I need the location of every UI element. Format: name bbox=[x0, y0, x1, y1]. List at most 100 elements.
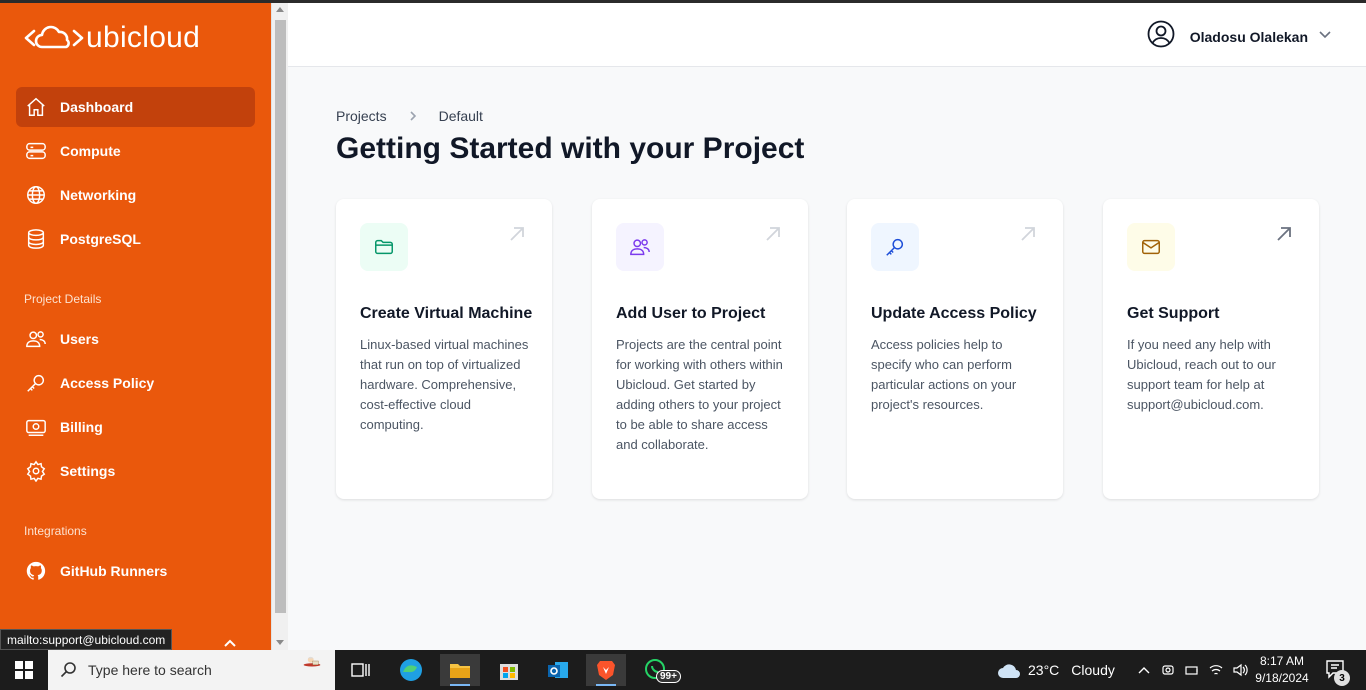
sidebar-item-label: Networking bbox=[60, 187, 137, 203]
wifi-icon[interactable] bbox=[1208, 662, 1224, 678]
card-description: Access policies help to specify who can … bbox=[871, 337, 1017, 412]
sidebar-item-label: Billing bbox=[60, 419, 103, 435]
sidebar-item-label: Compute bbox=[60, 143, 121, 159]
sidebar-item-label: Access Policy bbox=[60, 375, 155, 391]
card-title: Update Access Policy bbox=[871, 305, 1037, 322]
card-description: If you need any help with Ubicloud, reac… bbox=[1127, 337, 1276, 412]
card-add-user-to-project[interactable]: Add User to Project Projects are the cen… bbox=[592, 199, 808, 499]
billing-icon bbox=[24, 415, 48, 439]
breadcrumb-projects-link[interactable]: Projects bbox=[336, 108, 387, 124]
card-get-support[interactable]: Get Support If you need any help with Ub… bbox=[1103, 199, 1319, 499]
key-icon bbox=[886, 238, 904, 256]
brave-browser-icon bbox=[597, 661, 615, 680]
sidebar-item-label: Dashboard bbox=[60, 99, 134, 115]
card-icon-badge bbox=[1127, 223, 1175, 271]
taskbar-microsoft-store[interactable] bbox=[489, 654, 529, 686]
taskbar-search-box[interactable]: Type here to search bbox=[48, 650, 335, 690]
taskbar-file-explorer[interactable] bbox=[440, 654, 480, 686]
scrollbar-thumb[interactable] bbox=[275, 20, 286, 613]
system-tray bbox=[1132, 650, 1252, 690]
window-top-border bbox=[0, 0, 1366, 3]
weather-condition: Cloudy bbox=[1071, 662, 1115, 678]
taskbar-outlook[interactable] bbox=[538, 654, 578, 686]
sidebar-item-label: Users bbox=[60, 331, 99, 347]
start-button[interactable] bbox=[0, 650, 48, 690]
chevron-right-icon bbox=[407, 110, 419, 122]
whatsapp-unread-badge: 99+ bbox=[656, 670, 681, 683]
edge-browser-icon bbox=[400, 659, 422, 681]
github-icon bbox=[24, 559, 48, 583]
volume-icon[interactable] bbox=[1232, 662, 1248, 678]
cloud-weather-icon bbox=[998, 664, 1020, 678]
taskbar-whatsapp[interactable]: 99+ bbox=[636, 654, 681, 686]
folder-icon bbox=[450, 664, 470, 678]
gear-icon bbox=[24, 459, 48, 483]
breadcrumb: Projects Default bbox=[336, 108, 483, 124]
database-icon bbox=[24, 227, 48, 251]
section-label-integrations: Integrations bbox=[24, 524, 87, 538]
card-icon-badge bbox=[616, 223, 664, 271]
weather-temperature: 23°C bbox=[1028, 662, 1060, 678]
taskbar-edge[interactable] bbox=[391, 654, 431, 686]
card-update-access-policy[interactable]: Update Access Policy Access policies hel… bbox=[847, 199, 1063, 499]
clock-date: 9/18/2024 bbox=[1255, 671, 1309, 685]
card-title: Get Support bbox=[1127, 305, 1220, 322]
top-header: Oladosu Olalekan bbox=[288, 3, 1366, 67]
brand-name: ubicloud bbox=[86, 21, 201, 54]
server-icon bbox=[24, 139, 48, 163]
notification-count-badge: 3 bbox=[1334, 670, 1350, 686]
sidebar-item-label: GitHub Runners bbox=[60, 563, 168, 579]
home-icon bbox=[24, 95, 48, 119]
taskbar-clock[interactable]: 8:17 AM 9/18/2024 bbox=[1252, 653, 1312, 687]
globe-icon bbox=[24, 183, 48, 207]
arrow-up-right-icon bbox=[506, 223, 528, 250]
show-hidden-icons-chevron-icon[interactable] bbox=[1136, 662, 1152, 678]
arrow-up-right-icon bbox=[1017, 223, 1039, 250]
sidebar-item-settings[interactable]: Settings bbox=[16, 451, 255, 491]
search-placeholder: Type here to search bbox=[88, 662, 212, 678]
scroll-up-arrow-icon[interactable] bbox=[276, 7, 284, 12]
sidebar-item-dashboard[interactable]: Dashboard bbox=[16, 87, 255, 127]
search-icon bbox=[60, 662, 76, 678]
cloud-logo-icon bbox=[24, 25, 84, 49]
user-avatar-icon bbox=[1146, 19, 1176, 54]
sidebar-item-users[interactable]: Users bbox=[16, 319, 255, 359]
sidebar-item-access-policy[interactable]: Access Policy bbox=[16, 363, 255, 403]
users-icon bbox=[630, 239, 650, 256]
notification-center-button[interactable]: 3 bbox=[1320, 656, 1350, 686]
sidebar-item-label: PostgreSQL bbox=[60, 231, 141, 247]
card-title: Create Virtual Machine bbox=[360, 305, 533, 322]
users-icon bbox=[24, 327, 48, 351]
mail-icon bbox=[1142, 239, 1160, 255]
section-label-project-details: Project Details bbox=[24, 292, 102, 306]
sidebar-item-networking[interactable]: Networking bbox=[16, 175, 255, 215]
meet-now-icon[interactable] bbox=[1160, 662, 1176, 678]
status-bar-link-preview: mailto:support@ubicloud.com bbox=[0, 629, 173, 650]
arrow-up-right-icon bbox=[1273, 223, 1295, 250]
sidebar-scrollbar[interactable] bbox=[271, 3, 288, 650]
sidebar-item-compute[interactable]: Compute bbox=[16, 131, 255, 171]
ubicloud-logo[interactable]: ubicloud bbox=[24, 21, 200, 55]
sidebar-item-github-runners[interactable]: GitHub Runners bbox=[16, 551, 255, 591]
scroll-down-arrow-icon[interactable] bbox=[276, 640, 284, 645]
taskbar-brave[interactable] bbox=[586, 654, 626, 686]
chevron-up-icon bbox=[224, 639, 236, 647]
windows-taskbar: Type here to search 99+ 23°C Cloudy 8:17… bbox=[0, 650, 1366, 690]
sidebar-item-label: Settings bbox=[60, 463, 116, 479]
breadcrumb-default[interactable]: Default bbox=[439, 108, 483, 124]
card-create-virtual-machine[interactable]: Create Virtual Machine Linux-based virtu… bbox=[336, 199, 552, 499]
battery-plug-icon[interactable] bbox=[1184, 662, 1200, 678]
sidebar-item-billing[interactable]: Billing bbox=[16, 407, 255, 447]
taskbar-weather[interactable]: 23°C Cloudy bbox=[996, 650, 1115, 690]
sidebar-item-postgresql[interactable]: PostgreSQL bbox=[16, 219, 255, 259]
chevron-down-icon bbox=[1308, 27, 1332, 46]
card-description: Projects are the central point for worki… bbox=[616, 337, 783, 452]
search-highlight-illustration-icon bbox=[303, 656, 321, 667]
user-name: Oladosu Olalekan bbox=[1189, 28, 1308, 45]
key-icon bbox=[24, 371, 48, 395]
task-view-button[interactable] bbox=[340, 654, 380, 686]
outlook-icon bbox=[548, 662, 568, 678]
task-view-icon bbox=[351, 663, 370, 677]
card-icon-badge bbox=[360, 223, 408, 271]
user-menu-button[interactable]: Oladosu Olalekan bbox=[1146, 19, 1332, 54]
